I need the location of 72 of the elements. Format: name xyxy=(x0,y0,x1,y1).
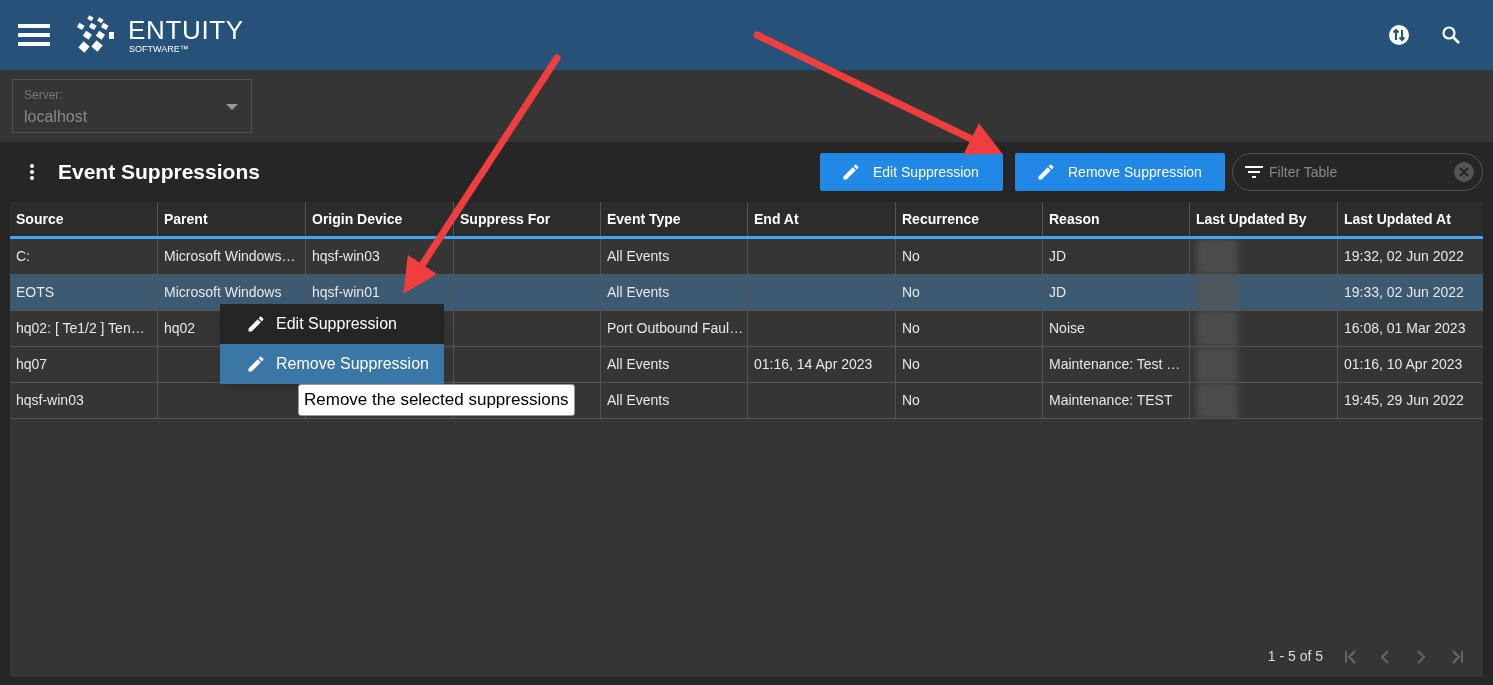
column-header[interactable]: Recurrence xyxy=(895,202,1042,236)
table-cell-text: Microsoft Windows… xyxy=(164,247,296,266)
table-cell-text: hqsf-win01 xyxy=(312,283,380,302)
table-cell-text: JD xyxy=(1049,247,1067,266)
table-cell-text: All Events xyxy=(607,247,670,266)
clear-icon[interactable] xyxy=(1454,162,1474,182)
pencil-icon xyxy=(1036,162,1056,182)
more-vertical-icon[interactable] xyxy=(30,164,34,180)
column-header[interactable]: Suppress For xyxy=(453,202,600,236)
column-header[interactable]: Source xyxy=(10,202,157,236)
table-cell-text: hqsf-win03 xyxy=(312,247,380,266)
server-value: localhost xyxy=(24,107,88,127)
tooltip: Remove the selected suppressions xyxy=(298,384,575,416)
column-header[interactable]: Parent xyxy=(157,202,305,236)
table-cell-text: hq02: [ Te1/2 ] Ten… xyxy=(16,319,145,338)
pencil-icon xyxy=(246,354,266,374)
blurred-name xyxy=(1196,239,1238,274)
logo-text: ENTUITY xyxy=(128,16,244,43)
panel-title: Event Suppressions xyxy=(58,159,260,186)
table-cell-text: All Events xyxy=(607,355,670,374)
column-header[interactable]: Last Updated At xyxy=(1337,202,1485,236)
pagination-range: 1 - 5 of 5 xyxy=(1267,647,1323,666)
table-cell-text: C: xyxy=(16,247,30,266)
logo-subtext: SOFTWARE™ xyxy=(129,44,190,54)
filter-icon xyxy=(1245,166,1263,178)
table-row[interactable]: EOTS Microsoft Windows hqsf-win01 All Events No JD 19:33, 02 Jun 2022 xyxy=(10,275,1483,311)
table-cell-text: Microsoft Windows xyxy=(164,283,282,302)
table-cell-text: hq02 xyxy=(164,319,196,338)
table-cell-text: 19:32, 02 Jun 2022 xyxy=(1344,247,1464,266)
table-cell-text: All Events xyxy=(607,283,670,302)
blurred-name xyxy=(1196,275,1238,310)
table-cell-text: No xyxy=(902,319,920,338)
table-cell-text: No xyxy=(902,247,920,266)
table-cell-text: Maintenance: Test … xyxy=(1049,355,1181,374)
table-cell-text: JD xyxy=(1049,283,1067,302)
column-header[interactable]: Event Type xyxy=(600,202,747,236)
server-label: Server: xyxy=(24,87,63,104)
edit-suppression-button[interactable]: Edit Suppression xyxy=(820,153,1003,191)
column-header[interactable]: Last Updated By xyxy=(1189,202,1337,236)
table-cell-text: Maintenance: TEST xyxy=(1049,391,1173,410)
table-cell-text: All Events xyxy=(607,391,670,410)
blurred-name xyxy=(1196,347,1238,382)
search-icon[interactable] xyxy=(1441,25,1461,45)
filter-input[interactable]: Filter Table xyxy=(1269,161,1448,183)
column-header[interactable]: Reason xyxy=(1042,202,1189,236)
table-cell-text: No xyxy=(902,355,920,374)
table-cell-text: 01:16, 10 Apr 2023 xyxy=(1344,355,1463,374)
blurred-name xyxy=(1196,383,1238,418)
table-cell-text: hq07 xyxy=(16,355,48,374)
table-cell-text: 16:08, 01 Mar 2023 xyxy=(1344,319,1466,338)
server-select[interactable]: Server: localhost xyxy=(12,79,252,133)
column-header[interactable]: Origin Device xyxy=(305,202,453,236)
dropdown-caret-icon xyxy=(226,104,238,110)
blurred-name xyxy=(1196,311,1238,346)
table-cell-text: EOTS xyxy=(16,283,55,302)
menu-item[interactable]: Remove Suppression xyxy=(220,344,444,384)
menu-icon[interactable] xyxy=(18,24,50,46)
table-cell-text: No xyxy=(902,283,920,302)
table-cell-text: 19:33, 02 Jun 2022 xyxy=(1344,283,1464,302)
table-cell-text: 19:45, 29 Jun 2022 xyxy=(1344,391,1464,410)
pencil-icon xyxy=(246,314,266,334)
table-cell-text: No xyxy=(902,391,920,410)
table-cell-text: 01:16, 14 Apr 2023 xyxy=(754,355,873,374)
table-cell-text: Noise xyxy=(1049,319,1085,338)
table-cell-text: Port Outbound Faul… xyxy=(607,319,744,338)
last-page-icon[interactable] xyxy=(1451,649,1465,664)
remove-suppression-button[interactable]: Remove Suppression xyxy=(1015,153,1225,191)
table-cell-text: hqsf-win03 xyxy=(16,391,84,410)
column-header[interactable]: End At xyxy=(747,202,895,236)
sort-arrows-icon[interactable] xyxy=(1388,24,1410,46)
first-page-icon[interactable] xyxy=(1343,649,1357,664)
pencil-icon xyxy=(841,162,861,182)
